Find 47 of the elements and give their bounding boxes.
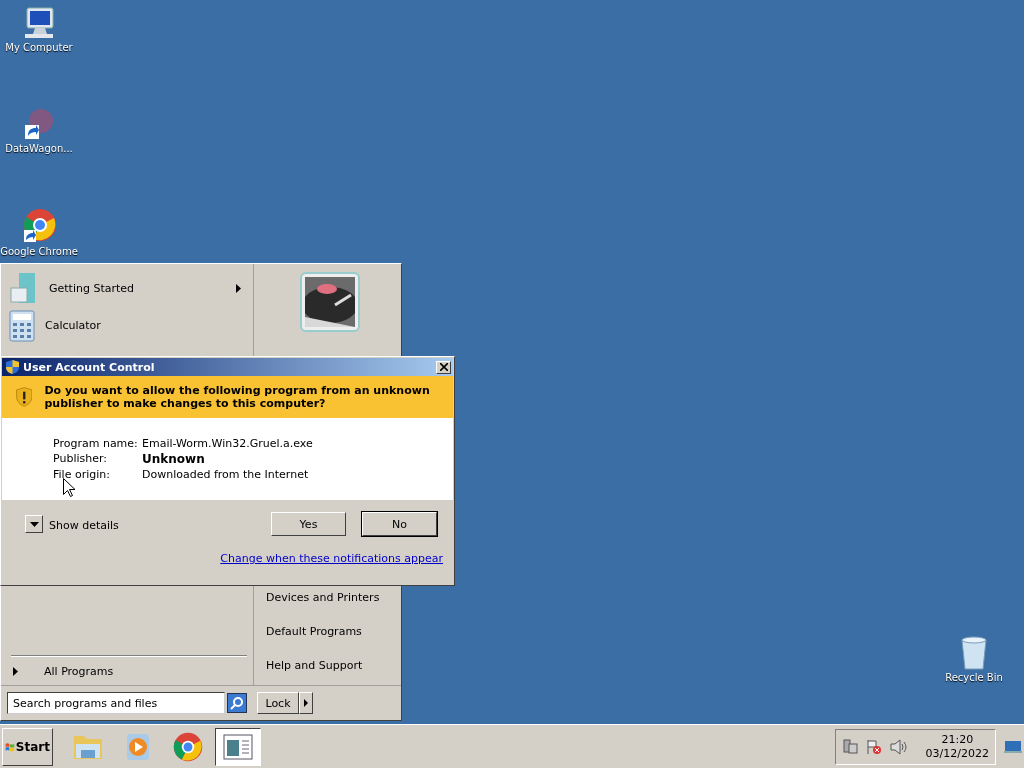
power-options-button[interactable] [299, 692, 313, 714]
start-button[interactable]: Start [2, 727, 53, 766]
field-label: Program name: [53, 437, 139, 450]
dialog-button[interactable]: No [362, 512, 437, 536]
mouse-cursor-icon [63, 478, 75, 497]
desktop-icon-label[interactable]: My Computer [5, 42, 73, 53]
taskbar-app[interactable] [215, 727, 261, 766]
field-value: Unknown [142, 452, 206, 466]
search-field[interactable]: Search programs and files [7, 692, 225, 714]
search-button[interactable] [227, 693, 247, 713]
window-icon [223, 733, 253, 760]
arrow-icon [304, 699, 308, 707]
calculator-icon [9, 309, 35, 342]
question-text: Do you want to allow the following program from an unknown publisher to make changes to this computer? [44, 384, 431, 410]
lock-button[interactable]: Lock [257, 692, 299, 714]
field-label: File origin: [53, 468, 111, 481]
desktop-icon-label[interactable]: Recycle Bin [945, 672, 1003, 683]
window-title: User Account Control [23, 360, 156, 374]
desktop-icon-label[interactable]: DataWagon... [5, 143, 73, 154]
field-value: Downloaded from the Internet [142, 468, 310, 481]
shield-icon [6, 360, 19, 374]
recycle-bin-icon[interactable] [959, 636, 989, 670]
all-programs-item[interactable]: All Programs [9, 657, 249, 685]
settings-link[interactable]: Change when these notifications appear [220, 552, 443, 565]
search-icon [230, 696, 244, 710]
show-desktop-icon[interactable] [1004, 739, 1022, 754]
network-icon[interactable] [841, 738, 858, 755]
dialog-button[interactable]: Yes [271, 512, 346, 536]
program-item[interactable]: Calculator [9, 307, 249, 344]
caret-icon [29, 521, 39, 527]
details-toggle[interactable] [25, 515, 43, 533]
close-button[interactable] [436, 360, 451, 374]
menu-link[interactable]: Default Programs [266, 615, 401, 649]
field-label: Publisher: [53, 452, 108, 466]
menu-link[interactable]: Help and Support [266, 649, 401, 683]
close-icon [439, 363, 448, 371]
browser-icon [172, 730, 204, 763]
program-item[interactable]: Getting Started [9, 270, 249, 307]
details-label[interactable]: Show details [49, 519, 119, 532]
clock[interactable]: 21:20 03/12/2022 [925, 732, 989, 761]
desktop-icon-label[interactable]: Google Chrome [0, 246, 78, 257]
expand-arrow-icon [13, 666, 18, 676]
submenu-arrow-icon [236, 284, 241, 293]
browser-shortcut-icon[interactable] [21, 208, 57, 244]
speaker-icon[interactable] [889, 738, 908, 755]
flag-error-icon[interactable] [865, 738, 882, 755]
field-value: Email-Worm.Win32.Gruel.a.exe [142, 437, 314, 450]
